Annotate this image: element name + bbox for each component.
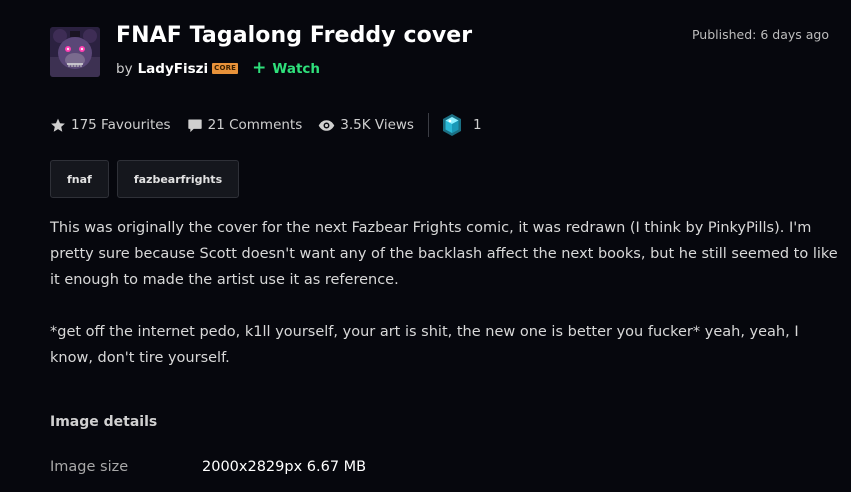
deviation-thumbnail[interactable] bbox=[50, 27, 100, 77]
description-paragraph: *get off the internet pedo, k1ll yoursel… bbox=[50, 324, 799, 366]
author-link[interactable]: LadyFiszi bbox=[138, 61, 209, 77]
description-paragraph: This was originally the cover for the ne… bbox=[50, 220, 838, 288]
views-stat: 3.5K Views bbox=[318, 117, 414, 133]
image-size-row: Image size 2000x2829px 6.67 MB bbox=[50, 459, 366, 475]
comments-count: 21 Comments bbox=[207, 117, 303, 133]
star-icon bbox=[51, 118, 65, 132]
description: This was originally the cover for the ne… bbox=[50, 215, 840, 371]
stats-divider bbox=[427, 113, 429, 137]
comments-stat[interactable]: 21 Comments bbox=[187, 117, 303, 133]
watch-label: Watch bbox=[272, 60, 321, 77]
byline: by LadyFiszi CORE + Watch bbox=[116, 60, 320, 77]
awards-count: 1 bbox=[472, 117, 482, 133]
favourites-stat[interactable]: 175 Favourites bbox=[50, 117, 171, 133]
tag-fnaf[interactable]: fnaf bbox=[50, 160, 109, 198]
image-size-label: Image size bbox=[50, 459, 129, 475]
eye-icon bbox=[318, 119, 335, 131]
gem-award-icon bbox=[442, 114, 461, 136]
views-count: 3.5K Views bbox=[340, 117, 414, 133]
watch-button[interactable]: + Watch bbox=[252, 60, 320, 77]
freddy-artwork-image bbox=[50, 27, 100, 77]
deviation-page: FNAF Tagalong Freddy cover by LadyFiszi … bbox=[0, 0, 851, 492]
plus-icon: + bbox=[252, 58, 267, 78]
image-details-heading: Image details bbox=[50, 414, 158, 430]
awards-stat[interactable]: 1 bbox=[441, 113, 482, 137]
stats-bar: 175 Favourites 21 Comments 3.5K Views 1 bbox=[50, 113, 482, 137]
favourites-count: 175 Favourites bbox=[71, 117, 171, 133]
image-size-value: 2000x2829px 6.67 MB bbox=[202, 459, 367, 475]
tag-list: fnaf fazbearfrights bbox=[50, 160, 247, 198]
published-date: Published: 6 days ago bbox=[691, 27, 829, 42]
by-prefix: by bbox=[116, 60, 133, 77]
tag-fazbearfrights[interactable]: fazbearfrights bbox=[116, 160, 240, 198]
comment-icon bbox=[187, 119, 202, 132]
deviation-title: FNAF Tagalong Freddy cover bbox=[116, 23, 473, 48]
core-badge: CORE bbox=[212, 63, 239, 74]
